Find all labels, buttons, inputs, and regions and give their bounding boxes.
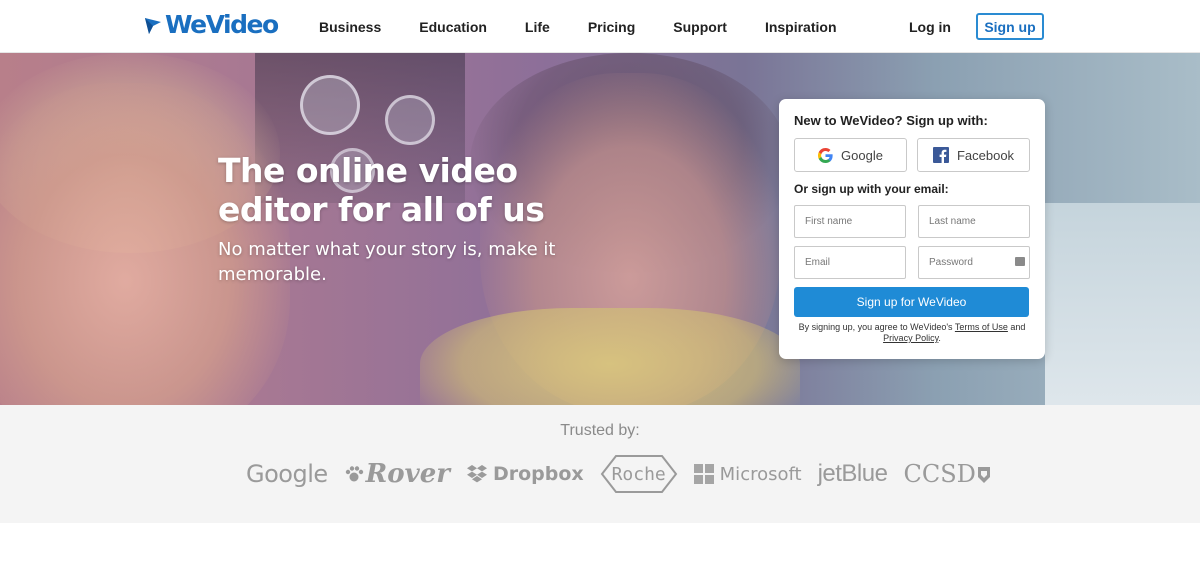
- terms-prefix: By signing up, you agree to WeVideo's: [798, 322, 955, 332]
- signup-card: New to WeVideo? Sign up with: Google Fac…: [779, 99, 1045, 359]
- dropbox-icon: [466, 465, 487, 483]
- trusted-by-section: Trusted by: Google Rover Dropbox Roche M…: [0, 405, 1200, 523]
- first-name-input[interactable]: [794, 205, 906, 238]
- wevideo-logo-icon: [145, 18, 161, 34]
- brand-logo-jetblue: jetBlue: [817, 460, 888, 487]
- google-signup-button[interactable]: Google: [794, 138, 907, 172]
- password-field-wrapper: [918, 246, 1030, 279]
- hero-artwork: [300, 75, 360, 135]
- signup-submit-button[interactable]: Sign up for WeVideo: [794, 287, 1029, 317]
- brand-logo-roche-text: Roche: [611, 463, 666, 485]
- google-icon: [818, 147, 833, 163]
- nav-account-actions: Log in Sign up: [909, 0, 1044, 53]
- hero-subtitle: No matter what your story is, make it me…: [218, 239, 556, 285]
- brand-logo-ccsd: CCSD: [903, 460, 990, 488]
- nav-pricing[interactable]: Pricing: [588, 19, 635, 35]
- brand-logo-row: Google Rover Dropbox Roche Microsoft jet…: [246, 455, 1007, 493]
- brand-logo-roche: Roche: [600, 454, 678, 494]
- password-input[interactable]: [918, 246, 1030, 279]
- brand-logo-rover: Rover: [344, 459, 450, 489]
- facebook-signup-label: Facebook: [956, 147, 1015, 163]
- facebook-signup-button[interactable]: Facebook: [917, 138, 1030, 172]
- wevideo-logo[interactable]: WeVideo: [143, 10, 279, 39]
- main-nav: Business Education Life Pricing Support …: [319, 0, 875, 53]
- brand-logo-rover-text: Rover: [365, 459, 450, 489]
- terms-suffix: .: [938, 333, 941, 343]
- brand-logo-dropbox-text: Dropbox: [492, 463, 584, 485]
- login-link[interactable]: Log in: [909, 19, 951, 35]
- email-input[interactable]: [794, 246, 906, 279]
- signup-card-title: New to WeVideo? Sign up with:: [794, 113, 988, 128]
- terms-of-use-link[interactable]: Terms of Use: [955, 322, 1008, 332]
- rover-paw-icon: [345, 466, 363, 482]
- hero-background-kitchen: [1045, 203, 1200, 405]
- last-name-input[interactable]: [918, 205, 1030, 238]
- nav-education[interactable]: Education: [419, 19, 487, 35]
- hero-title: The online video editor for all of us: [218, 151, 545, 229]
- nav-life[interactable]: Life: [525, 19, 550, 35]
- social-signup-row: Google Facebook: [794, 138, 1030, 172]
- nav-business[interactable]: Business: [319, 19, 381, 35]
- brand-logo-microsoft: Microsoft: [693, 463, 802, 485]
- brand-logo-ccsd-text: CCSD: [903, 460, 976, 488]
- google-signup-label: Google: [841, 147, 883, 163]
- nav-inspiration[interactable]: Inspiration: [765, 19, 837, 35]
- password-manager-icon[interactable]: [1015, 257, 1025, 266]
- signup-button[interactable]: Sign up: [976, 13, 1044, 40]
- nav-support[interactable]: Support: [673, 19, 727, 35]
- terms-notice: By signing up, you agree to WeVideo's Te…: [794, 322, 1030, 344]
- brand-logo-dropbox: Dropbox: [466, 463, 584, 485]
- credential-fields-row: [794, 246, 1030, 279]
- hero-copy: The online video editor for all of us No…: [218, 151, 558, 287]
- email-signup-title: Or sign up with your email:: [794, 182, 949, 196]
- logo-wordmark: WeVideo: [165, 10, 279, 39]
- brand-logo-microsoft-text: Microsoft: [719, 463, 802, 485]
- privacy-policy-link[interactable]: Privacy Policy: [883, 333, 938, 343]
- terms-middle: and: [1007, 322, 1026, 332]
- top-navbar: WeVideo Business Education Life Pricing …: [0, 0, 1200, 53]
- name-fields-row: [794, 205, 1030, 238]
- brand-logo-google: Google: [246, 460, 328, 488]
- microsoft-icon: [693, 464, 714, 484]
- ccsd-flag-icon: [977, 467, 990, 483]
- trusted-by-title: Trusted by:: [560, 422, 640, 439]
- roche-hexagon: Roche: [600, 454, 678, 494]
- hero-photo-person: [420, 308, 800, 405]
- hero-artwork: [385, 95, 435, 145]
- facebook-icon: [932, 147, 949, 163]
